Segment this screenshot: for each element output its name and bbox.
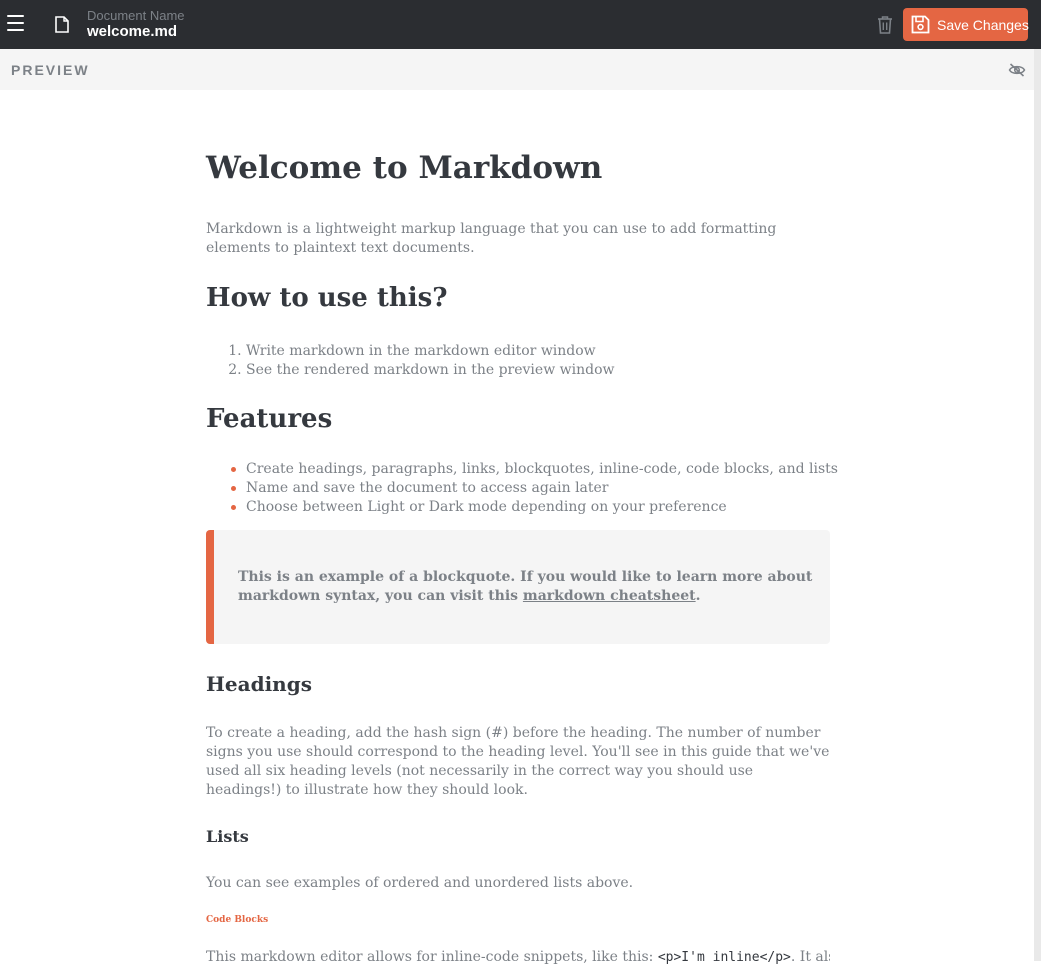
heading-code-blocks: Code Blocks (206, 915, 269, 925)
menu-icon[interactable] (6, 13, 26, 33)
list-item: Write markdown in the markdown editor wi… (246, 342, 614, 361)
heading-lists: Lists (206, 827, 249, 846)
preview-header: PREVIEW (0, 49, 1034, 90)
list-item: Choose between Light or Dark mode depend… (231, 498, 838, 517)
code-paragraph-text: This markdown editor allows for inline-c… (206, 949, 654, 965)
save-icon (911, 15, 930, 34)
trash-icon[interactable] (876, 15, 894, 34)
lists-paragraph: You can see examples of ordered and unor… (206, 875, 634, 891)
save-changes-button[interactable]: Save Changes (903, 8, 1029, 41)
heading-features: Features (206, 404, 333, 434)
document-icon (55, 16, 69, 33)
code-paragraph: This markdown editor allows for inline-c… (206, 948, 830, 967)
top-bar: Document Name welcome.md Save Changes (0, 0, 1041, 49)
blockquote-end: . (695, 588, 701, 604)
intro-paragraph: Markdown is a lightweight markup languag… (206, 221, 777, 256)
list-item: Create headings, paragraphs, links, bloc… (231, 461, 838, 477)
preview-title: PREVIEW (11, 62, 90, 78)
blockquote-text: This is an example of a blockquote. If y… (238, 568, 818, 606)
heading-headings: Headings (206, 672, 312, 696)
heading-how-to-use: How to use this? (206, 283, 448, 313)
hide-preview-icon[interactable] (1008, 61, 1026, 79)
code-paragraph-end: . It also (790, 949, 830, 965)
heading-1: Welcome to Markdown (206, 150, 603, 186)
inline-code: <p>I'm inline</p> (657, 950, 791, 965)
ordered-list: Write markdown in the markdown editor wi… (206, 342, 614, 380)
markdown-cheatsheet-link[interactable]: markdown cheatsheet (523, 588, 696, 604)
unordered-list: Create headings, paragraphs, links, bloc… (206, 460, 838, 517)
headings-paragraph: To create a heading, add the hash sign (… (206, 725, 830, 798)
scrollbar[interactable] (1034, 49, 1041, 961)
document-name-label: Document Name (87, 8, 185, 23)
document-name-field[interactable]: welcome.md (87, 23, 177, 40)
list-item: Name and save the document to access aga… (231, 479, 838, 498)
save-changes-label: Save Changes (937, 17, 1029, 33)
blockquote: This is an example of a blockquote. If y… (206, 530, 830, 644)
list-item: See the rendered markdown in the preview… (246, 361, 614, 380)
